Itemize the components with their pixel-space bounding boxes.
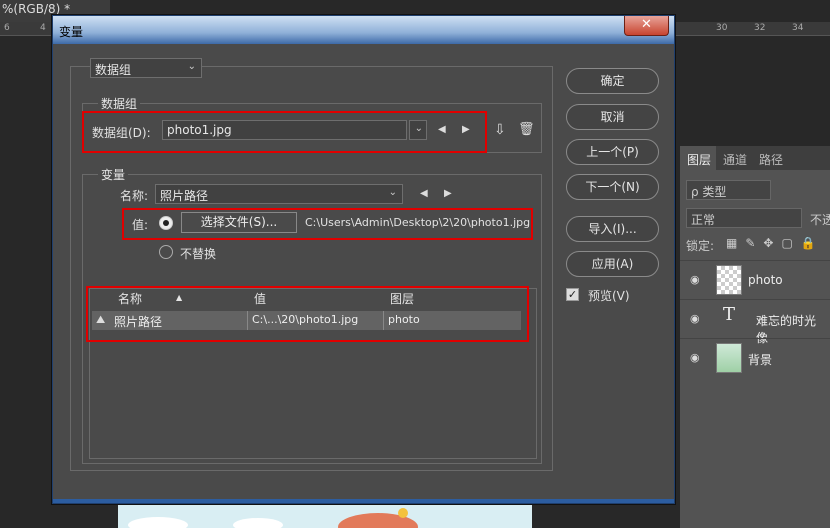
canvas-image (118, 505, 532, 528)
dataset-legend: 数据组 (98, 95, 141, 112)
dialog-bottom-border (53, 499, 674, 503)
ruler-label: 4 (40, 23, 46, 33)
highlight-box-table (86, 286, 529, 342)
ruler-label: 6 (4, 23, 10, 33)
layer-name: photo (748, 273, 783, 287)
lock-icons[interactable]: ▦✎✥▢🔒 (726, 236, 826, 250)
import-dataset-icon[interactable]: ⇩ (494, 122, 506, 138)
ruler-label: 34 (792, 23, 804, 33)
ruler-label: 32 (754, 23, 766, 33)
tab-layers[interactable]: 图层 (680, 146, 716, 170)
layer-filter-dropdown[interactable]: ρ 类型 (686, 180, 771, 200)
chevron-down-icon: ⌄ (388, 187, 397, 198)
canvas-illustration (128, 508, 418, 528)
prev-variable-arrow-icon[interactable]: ◀ (420, 188, 428, 199)
next-button[interactable]: 下一个(N) (566, 174, 659, 200)
preview-label: 预览(V) (588, 289, 630, 303)
opacity-label: 不透 (810, 213, 830, 227)
layer-thumbnail (716, 343, 742, 373)
variable-name-dropdown[interactable]: 照片路径 ⌄ (155, 184, 403, 204)
visibility-eye-icon[interactable]: ◉ (690, 312, 702, 325)
no-replace-label: 不替换 (180, 247, 217, 261)
variables-legend: 变量 (98, 166, 129, 183)
dialog-title: 变量 (59, 25, 84, 39)
tab-channels[interactable]: 通道 (716, 146, 752, 170)
close-button[interactable]: ✕ (624, 16, 669, 36)
delete-trash-icon[interactable]: 🗑 (518, 122, 535, 137)
layer-row-background[interactable]: ◉ 背景 (680, 338, 830, 376)
next-variable-arrow-icon[interactable]: ▶ (444, 188, 452, 199)
layer-thumbnail (716, 265, 742, 295)
layers-panel: 图层 通道 路径 ρ 类型 正常 不透 锁定: ▦✎✥▢🔒 ◉ photo ◉ … (680, 146, 830, 528)
dialog-body: 数据组 ⌄ 数据组 数据组(D): photo1.jpg ⌄ ◀ ▶ ⇩ 🗑 变… (58, 44, 669, 499)
chevron-down-icon: ⌄ (187, 61, 196, 72)
text-layer-icon: T (722, 304, 735, 325)
radio-no-replace[interactable] (159, 245, 173, 259)
layer-row-text[interactable]: ◉ T 难忘的时光 像 (680, 299, 830, 345)
top-mode-dropdown[interactable]: 数据组 ⌄ (90, 58, 202, 78)
layer-name: 背景 (748, 353, 773, 367)
prev-button[interactable]: 上一个(P) (566, 139, 659, 165)
highlight-box-dataset (82, 111, 487, 153)
ruler-label: 30 (716, 23, 728, 33)
ok-button[interactable]: 确定 (566, 68, 659, 94)
dropdown-value: 数据组 (95, 63, 132, 77)
import-button[interactable]: 导入(I)... (566, 216, 659, 242)
variable-name-value: 照片路径 (160, 189, 209, 203)
variable-name-label: 名称: (120, 189, 149, 203)
blend-mode-dropdown[interactable]: 正常 (686, 208, 802, 228)
highlight-box-value (122, 208, 533, 240)
visibility-eye-icon[interactable]: ◉ (690, 351, 702, 364)
lock-label: 锁定: (686, 239, 715, 253)
visibility-eye-icon[interactable]: ◉ (690, 273, 702, 286)
apply-button[interactable]: 应用(A) (566, 251, 659, 277)
preview-checkbox[interactable]: ✓ (566, 288, 579, 301)
dialog-titlebar[interactable]: 变量 ✕ (53, 16, 674, 44)
tab-paths[interactable]: 路径 (752, 146, 788, 170)
variables-dialog: 变量 ✕ 数据组 ⌄ 数据组 数据组(D): photo1.jpg ⌄ ◀ ▶ … (52, 15, 675, 504)
layer-row-photo[interactable]: ◉ photo (680, 260, 830, 298)
layers-panel-tabs: 图层 通道 路径 (680, 146, 830, 170)
cancel-button[interactable]: 取消 (566, 104, 659, 130)
